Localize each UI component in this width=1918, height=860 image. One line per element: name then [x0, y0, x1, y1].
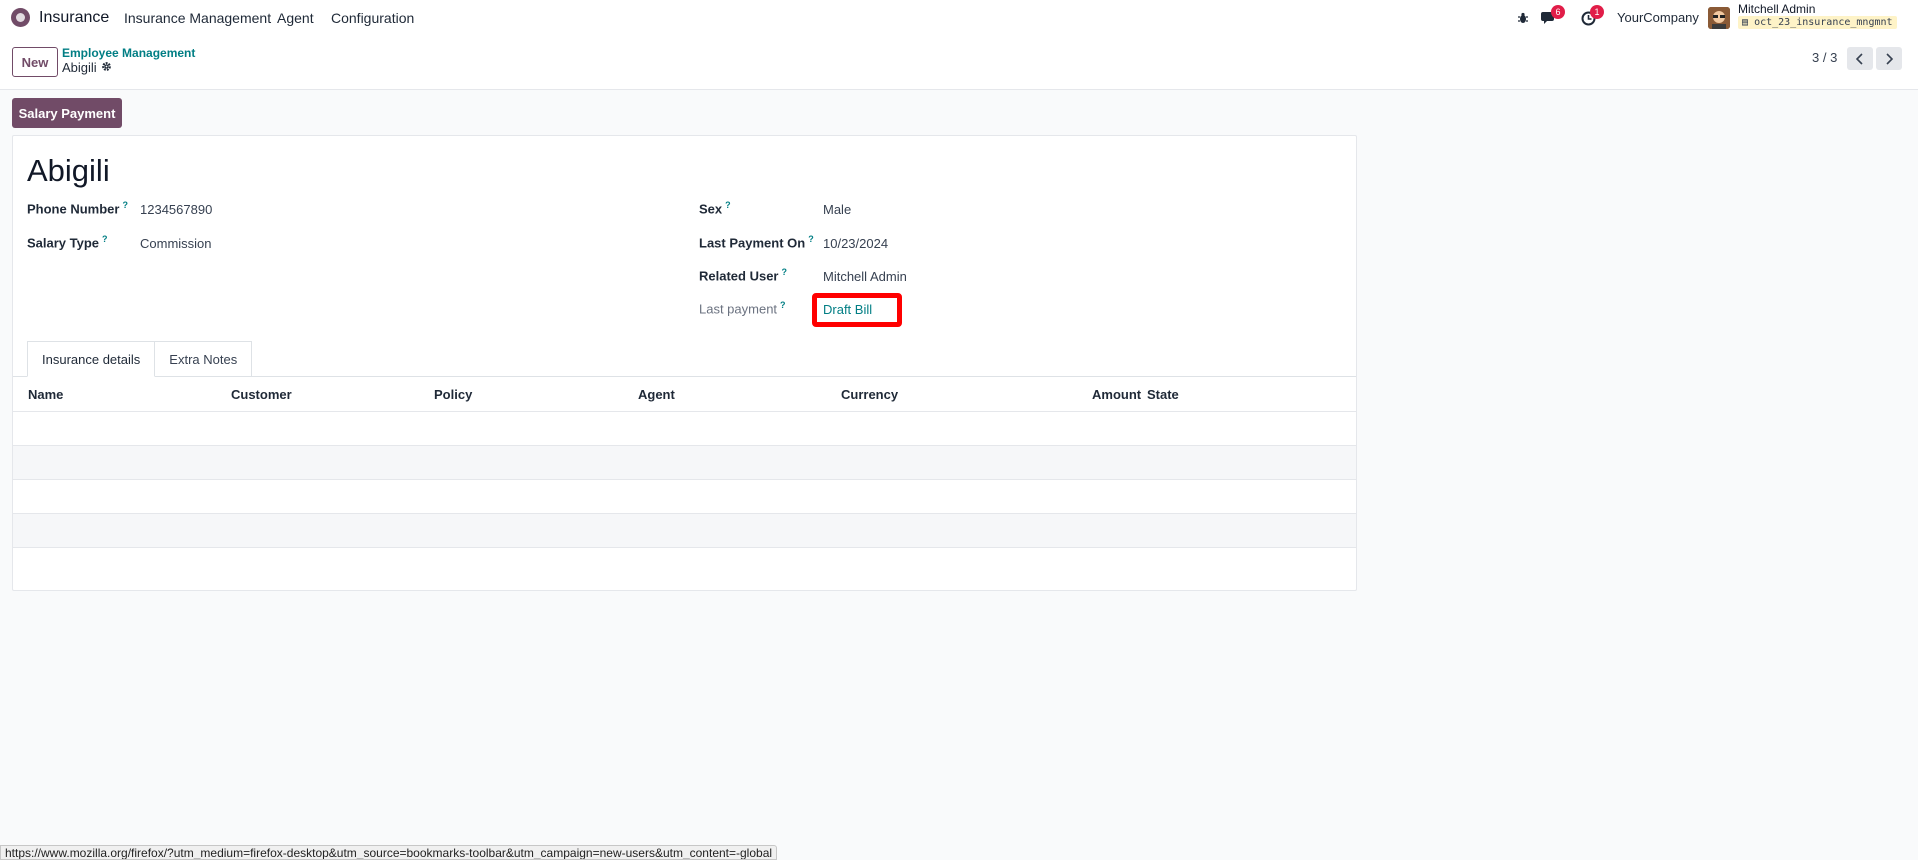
- table-row: [13, 513, 1356, 547]
- help-icon[interactable]: ?: [780, 300, 786, 310]
- related-user-label: Related User?: [699, 267, 787, 284]
- app-logo-icon[interactable]: [11, 8, 30, 27]
- debug-bug-icon[interactable]: [1514, 9, 1532, 27]
- breadcrumb-current-label: Abigili: [62, 60, 97, 75]
- activity-clock-icon[interactable]: 1: [1579, 5, 1604, 27]
- sex-label: Sex?: [699, 200, 731, 217]
- gear-icon[interactable]: [101, 60, 112, 75]
- sex-field[interactable]: Male: [823, 202, 851, 217]
- pager-value[interactable]: 3 / 3: [1812, 50, 1837, 65]
- new-button[interactable]: New: [12, 47, 58, 77]
- salary-type-field[interactable]: Commission: [140, 236, 212, 251]
- column-amount[interactable]: Amount: [1092, 387, 1141, 402]
- record-title[interactable]: Abigili: [27, 153, 110, 189]
- menu-configuration[interactable]: Configuration: [331, 10, 414, 26]
- user-avatar[interactable]: [1708, 7, 1730, 29]
- salary-payment-button[interactable]: Salary Payment: [12, 98, 122, 128]
- table-row: [13, 445, 1356, 479]
- messages-badge: 6: [1551, 5, 1565, 19]
- table-row: [13, 479, 1356, 513]
- app-name[interactable]: Insurance: [39, 9, 109, 27]
- last-payment-label: Last payment?: [699, 300, 786, 317]
- menu-agent[interactable]: Agent: [277, 10, 314, 26]
- user-name[interactable]: Mitchell Admin: [1738, 2, 1815, 16]
- column-customer[interactable]: Customer: [231, 387, 292, 402]
- column-policy[interactable]: Policy: [434, 387, 472, 402]
- database-name: ▤ oct_23_insurance_mngmnt: [1738, 16, 1897, 29]
- control-panel: New Employee Management Abigili 3 / 3: [0, 35, 1918, 90]
- top-navbar: Insurance Insurance Management Agent Con…: [0, 0, 1918, 35]
- table-row: [13, 411, 1356, 445]
- breadcrumb-employee-management[interactable]: Employee Management: [62, 46, 195, 60]
- pager-next-button[interactable]: [1876, 47, 1902, 70]
- help-icon[interactable]: ?: [808, 234, 814, 244]
- notebook-tabs: Insurance details Extra Notes: [27, 341, 253, 377]
- salary-type-label: Salary Type?: [27, 234, 108, 251]
- chevron-right-icon: [1886, 52, 1893, 65]
- highlight-annotation: [812, 293, 902, 327]
- menu-insurance-management[interactable]: Insurance Management: [124, 10, 271, 26]
- phone-number-label: Phone Number?: [27, 200, 128, 217]
- table-row: [13, 547, 1356, 590]
- messages-icon[interactable]: 6: [1540, 5, 1565, 27]
- database-icon: ▤: [1742, 17, 1749, 28]
- last-payment-on-label: Last Payment On?: [699, 234, 814, 251]
- tab-extra-notes[interactable]: Extra Notes: [155, 341, 253, 377]
- link-status-bar: https://www.mozilla.org/firefox/?utm_med…: [0, 845, 778, 860]
- pager-previous-button[interactable]: [1847, 47, 1873, 70]
- column-state[interactable]: State: [1147, 387, 1179, 402]
- column-agent[interactable]: Agent: [638, 387, 675, 402]
- tab-insurance-details[interactable]: Insurance details: [27, 341, 156, 377]
- table-header: Name Customer Policy Agent Currency Amou…: [13, 377, 1356, 411]
- database-name-text: oct_23_insurance_mngmnt: [1754, 17, 1893, 28]
- last-payment-on-field[interactable]: 10/23/2024: [823, 236, 888, 251]
- help-icon[interactable]: ?: [102, 234, 108, 244]
- related-user-field[interactable]: Mitchell Admin: [823, 269, 907, 284]
- breadcrumb-current: Abigili: [62, 60, 112, 75]
- help-icon[interactable]: ?: [725, 200, 731, 210]
- chevron-left-icon: [1856, 52, 1863, 65]
- column-name[interactable]: Name: [28, 387, 63, 402]
- activities-badge: 1: [1590, 5, 1604, 19]
- company-switcher[interactable]: YourCompany: [1617, 10, 1699, 25]
- help-icon[interactable]: ?: [781, 267, 787, 277]
- phone-number-field[interactable]: 1234567890: [140, 202, 212, 217]
- column-currency[interactable]: Currency: [841, 387, 898, 402]
- help-icon[interactable]: ?: [122, 200, 128, 210]
